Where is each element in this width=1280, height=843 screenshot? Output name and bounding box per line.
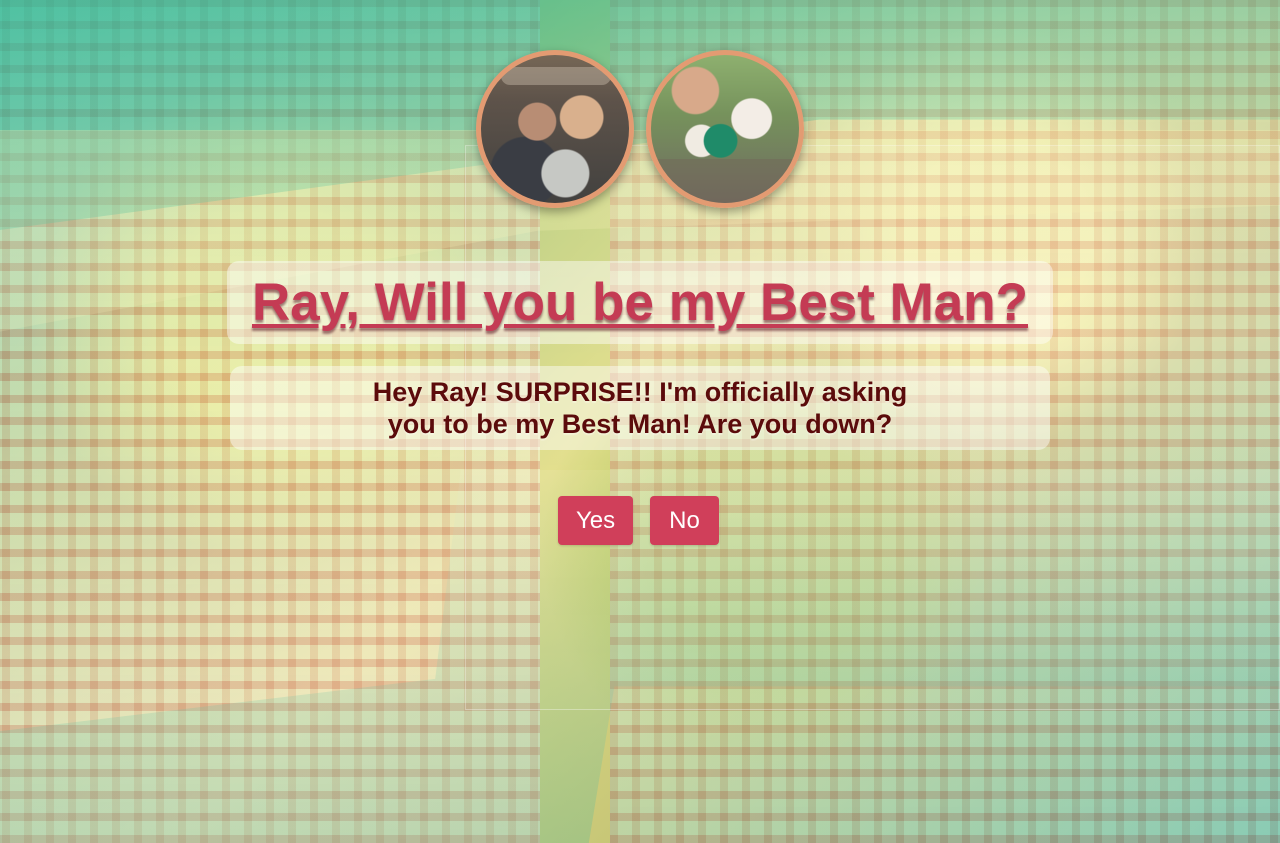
- no-button[interactable]: No: [650, 496, 719, 545]
- response-buttons: Yes No: [558, 496, 719, 545]
- message-card: Hey Ray! SURPRISE!! I'm officially askin…: [230, 366, 1050, 450]
- page-title: Ray, Will you be my Best Man?: [251, 273, 1029, 332]
- yes-button[interactable]: Yes: [558, 496, 633, 545]
- photo-avatar-left: [476, 50, 634, 208]
- title-card: Ray, Will you be my Best Man?: [227, 261, 1053, 344]
- photo-avatar-right: [646, 50, 804, 208]
- proposal-message: Hey Ray! SURPRISE!! I'm officially askin…: [372, 376, 908, 439]
- proposal-content: Ray, Will you be my Best Man? Hey Ray! S…: [0, 0, 1280, 843]
